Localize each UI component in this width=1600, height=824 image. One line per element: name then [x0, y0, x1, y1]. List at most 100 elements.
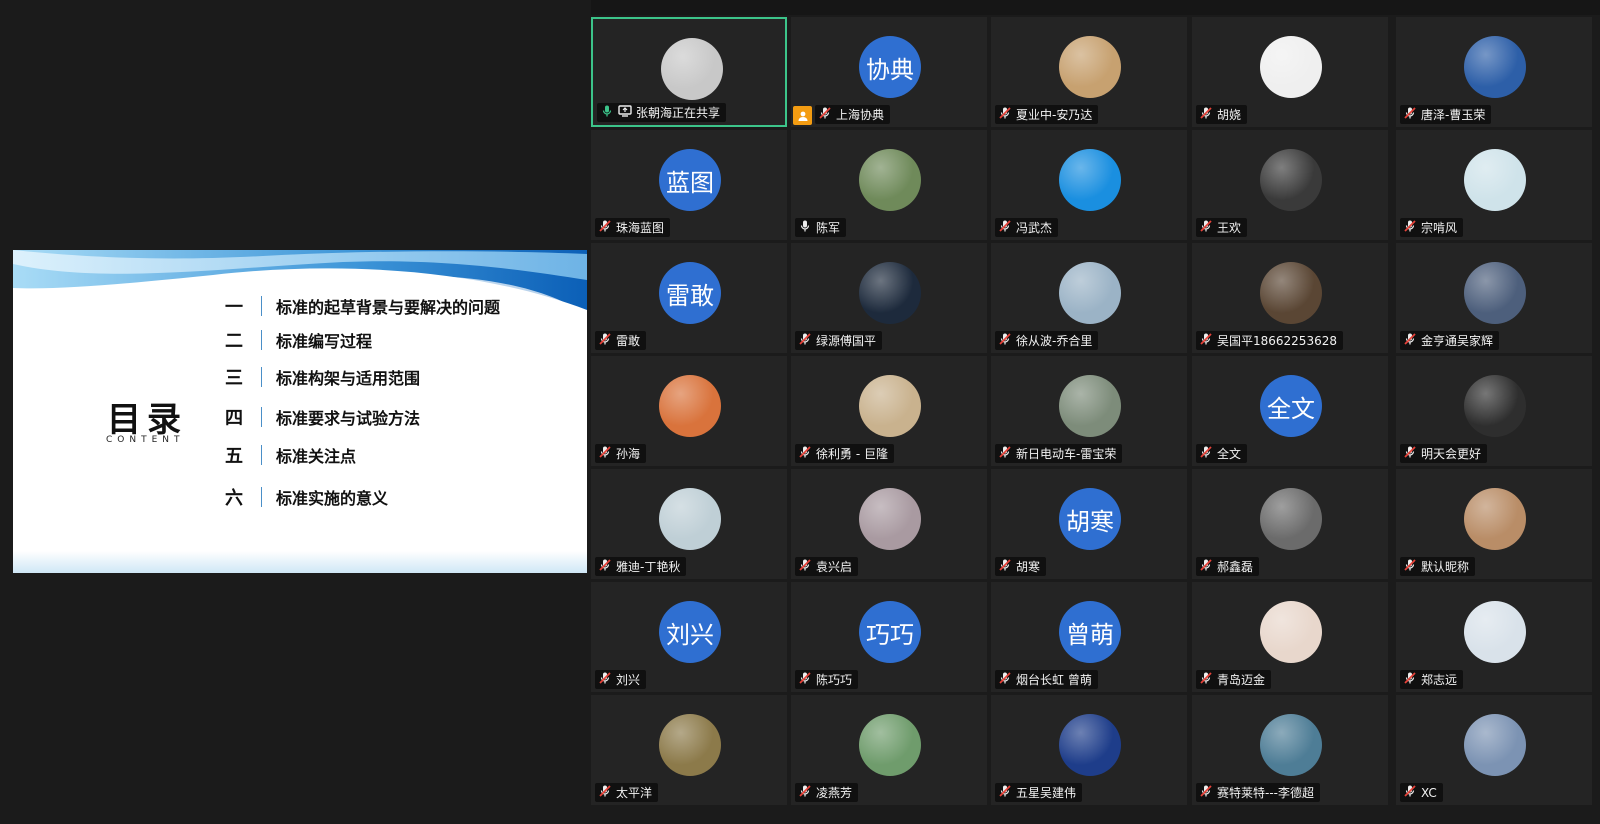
participant-avatar-photo — [1059, 714, 1121, 776]
toc-text: 标准关注点 — [276, 447, 357, 466]
participant-tile[interactable]: 刘兴 刘兴 — [591, 582, 787, 692]
toc-text: 标准实施的意义 — [276, 489, 389, 508]
participant-tile[interactable]: 郑志远 — [1396, 582, 1592, 692]
participant-tile[interactable]: 巧巧 陈巧巧 — [791, 582, 987, 692]
participant-tile[interactable]: 宗啃风 — [1396, 130, 1592, 240]
participant-name-tag: 唐泽-曹玉荣 — [1400, 105, 1492, 124]
participant-avatar-photo — [1464, 375, 1526, 437]
slide-title: 目录 — [107, 400, 187, 440]
participant-name: 郑志远 — [1421, 673, 1458, 687]
participant-name-tag: 全文 — [1196, 444, 1248, 463]
participant-tile[interactable]: 袁兴启 — [791, 469, 987, 579]
participant-name: 胡寒 — [1016, 560, 1041, 574]
participant-avatar-photo — [659, 488, 721, 550]
microphone-muted-icon — [1199, 784, 1213, 801]
toc-item: 四 标准要求与试验方法 — [219, 405, 420, 429]
toc-text: 标准构架与适用范围 — [276, 369, 421, 388]
participant-tile[interactable]: 王欢 — [1192, 130, 1388, 240]
participant-tile[interactable]: 胡娆 — [1192, 17, 1388, 127]
participant-tile[interactable]: 蓝图 珠海蓝图 — [591, 130, 787, 240]
participant-name: 青岛迈金 — [1217, 673, 1266, 687]
participant-tile[interactable]: 金亨通吴家辉 — [1396, 243, 1592, 353]
participant-name: 雷敢 — [616, 334, 641, 348]
toc-separator — [261, 296, 262, 316]
participant-tile[interactable]: 唐泽-曹玉荣 — [1396, 17, 1592, 127]
participant-tile[interactable]: 张朝海正在共享 — [591, 17, 787, 127]
participant-tile[interactable]: 夏业中-安乃达 — [991, 17, 1187, 127]
participant-tile[interactable]: 全文 全文 — [1192, 356, 1388, 466]
participant-avatar-photo — [1059, 149, 1121, 211]
toc-text: 标准的起草背景与要解决的问题 — [276, 298, 501, 317]
participant-avatar-initials: 协典 — [859, 36, 921, 98]
participant-name-tag: 雷敢 — [595, 331, 647, 350]
participant-tile[interactable]: 郝鑫磊 — [1192, 469, 1388, 579]
participant-tile[interactable]: 吴国平18662253628 — [1192, 243, 1388, 353]
toc-separator — [261, 445, 262, 465]
participant-name-tag: 默认昵称 — [1400, 557, 1476, 576]
participant-name-tag: 绿源傅国平 — [795, 331, 883, 350]
participant-tile[interactable]: 绿源傅国平 — [791, 243, 987, 353]
microphone-muted-icon — [798, 558, 812, 575]
participant-tile[interactable]: 曾萌 烟台长虹 曾萌 — [991, 582, 1187, 692]
participant-name-tag: 王欢 — [1196, 218, 1248, 237]
participant-name: 袁兴启 — [816, 560, 853, 574]
participant-tile[interactable]: 青岛迈金 — [1192, 582, 1388, 692]
toc-item: 二 标准编写过程 — [219, 328, 372, 352]
participant-avatar-photo — [1059, 262, 1121, 324]
participant-name-tag: XC — [1400, 783, 1443, 802]
microphone-muted-icon — [1199, 219, 1213, 236]
microphone-muted-icon — [798, 332, 812, 349]
participant-tile[interactable]: 雅迪-丁艳秋 — [591, 469, 787, 579]
participant-avatar-initials: 全文 — [1260, 375, 1322, 437]
participant-tile[interactable]: 赛特莱特---李德超 — [1192, 695, 1388, 805]
participant-tile[interactable]: 徐利勇 - 巨隆 — [791, 356, 987, 466]
participant-tile[interactable]: 徐从波-乔合里 — [991, 243, 1187, 353]
participant-name: 陈军 — [816, 221, 841, 235]
participant-tile[interactable]: 陈军 — [791, 130, 987, 240]
shared-screen[interactable]: 目录 CONTENT 一 标准的起草背景与要解决的问题二 标准编写过程三 标准构架与适… — [13, 250, 587, 573]
participant-name-tag: 张朝海正在共享 — [597, 103, 727, 122]
participant-name: 胡娆 — [1217, 108, 1242, 122]
participant-name: 五星吴建伟 — [1016, 786, 1077, 800]
participant-avatar-photo — [661, 38, 723, 100]
participant-tile[interactable]: 明天会更好 — [1396, 356, 1592, 466]
participant-name-tag: 赛特莱特---李德超 — [1196, 783, 1320, 802]
toc-text: 标准要求与试验方法 — [276, 409, 421, 428]
microphone-muted-icon — [1403, 219, 1417, 236]
participant-name-tag: 刘兴 — [595, 670, 647, 689]
participant-avatar-photo — [659, 375, 721, 437]
toc-number: 四 — [225, 408, 243, 429]
participant-tile[interactable]: 协典 上海协典 — [791, 17, 987, 127]
participant-name: 珠海蓝图 — [616, 221, 665, 235]
participant-avatar-photo — [1260, 601, 1322, 663]
participant-name-tag: 徐利勇 - 巨隆 — [795, 444, 894, 463]
participant-tile[interactable]: 胡寒 胡寒 — [991, 469, 1187, 579]
participant-name-tag: 宗啃风 — [1400, 218, 1464, 237]
participant-name: 烟台长虹 曾萌 — [1016, 673, 1092, 687]
microphone-muted-icon — [1199, 106, 1213, 123]
participant-tile[interactable]: 太平洋 — [591, 695, 787, 805]
toc-number: 二 — [225, 331, 243, 352]
participant-tile[interactable]: 凌燕芳 — [791, 695, 987, 805]
participant-name-tag: 陈巧巧 — [795, 670, 859, 689]
participant-tile[interactable]: 五星吴建伟 — [991, 695, 1187, 805]
microphone-muted-icon — [1403, 445, 1417, 462]
participant-tile[interactable]: 新日电动车-雷宝荣 — [991, 356, 1187, 466]
participant-avatar-photo — [1260, 149, 1322, 211]
participant-avatar-photo — [1464, 262, 1526, 324]
participant-tile[interactable]: XC — [1396, 695, 1592, 805]
participant-name-tag: 陈军 — [795, 218, 847, 237]
participant-name-tag: 珠海蓝图 — [595, 218, 671, 237]
table-of-contents: 一 标准的起草背景与要解决的问题二 标准编写过程三 标准构架与适用范围四 标准要求与试验… — [219, 250, 579, 573]
participant-tile[interactable]: 雷敢 雷敢 — [591, 243, 787, 353]
participant-avatar-photo — [1260, 262, 1322, 324]
participant-name-tag: 胡寒 — [995, 557, 1047, 576]
microphone-muted-icon — [818, 106, 832, 123]
participant-tile[interactable]: 孙海 — [591, 356, 787, 466]
participant-name-tag: 吴国平18662253628 — [1196, 331, 1343, 350]
participant-tile[interactable]: 冯武杰 — [991, 130, 1187, 240]
participant-name: 全文 — [1217, 447, 1242, 461]
toc-number: 一 — [225, 297, 243, 318]
participant-tile[interactable]: 默认昵称 — [1396, 469, 1592, 579]
toc-separator — [261, 407, 262, 427]
